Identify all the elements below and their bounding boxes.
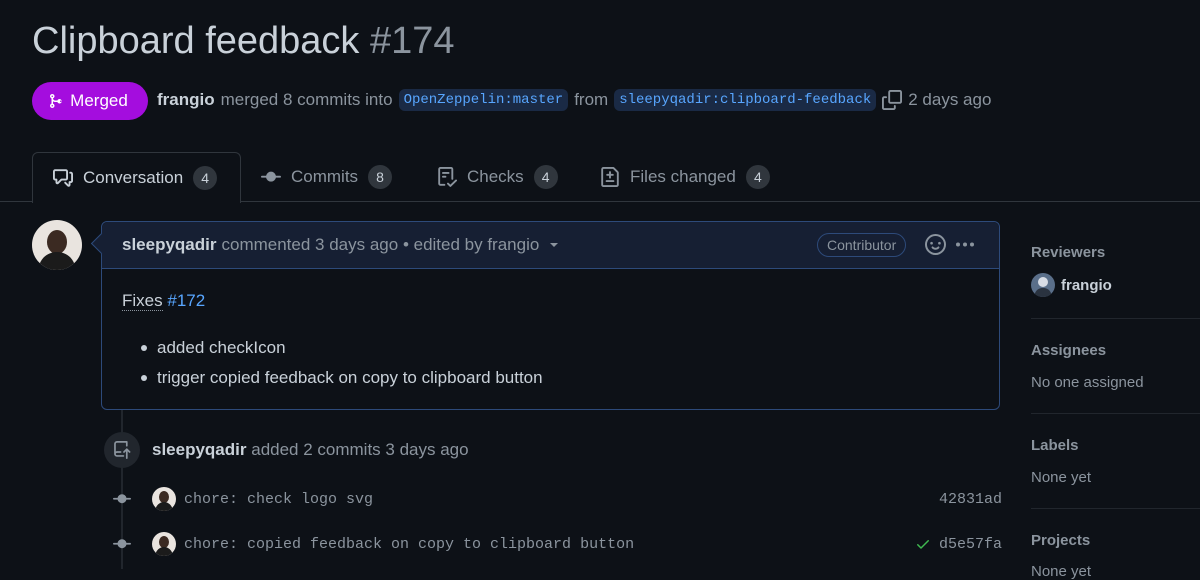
issue-link[interactable]: #172 — [167, 291, 205, 310]
fixes-label: Fixes — [122, 291, 163, 311]
commit-row: chore: check logo svg 42831ad — [112, 487, 1002, 511]
commit-message-link[interactable]: chore: copied feedback on copy to clipbo… — [184, 536, 634, 553]
bullet-item: added checkIcon — [157, 338, 286, 357]
projects-heading[interactable]: Projects — [1031, 532, 1090, 549]
commit-sha[interactable]: d5e57fa — [915, 536, 1002, 553]
commit-row: chore: copied feedback on copy to clipbo… — [112, 532, 1002, 556]
bullet-dot — [141, 345, 147, 351]
checklist-icon — [437, 167, 457, 187]
bullet-dot — [141, 375, 147, 381]
git-commit-icon — [112, 489, 132, 509]
tab-counter: 4 — [745, 165, 770, 189]
sidebar-divider — [1031, 508, 1200, 509]
from-text: from — [574, 90, 609, 109]
page-title: Clipboard feedback #174 — [32, 20, 455, 63]
merge-text: merged 8 commits into — [220, 90, 393, 109]
file-diff-icon — [600, 167, 620, 187]
labels-heading[interactable]: Labels — [1031, 437, 1079, 454]
tab-label: Conversation — [83, 168, 184, 187]
pr-number: #174 — [370, 20, 455, 62]
commit-author-avatar[interactable] — [152, 532, 176, 556]
git-merge-icon — [48, 93, 64, 109]
git-commit-icon — [261, 167, 281, 187]
commit-message-link[interactable]: chore: check logo svg — [184, 491, 373, 508]
labels-value: None yet — [1031, 469, 1092, 486]
tab-commits[interactable]: Commits 8 — [261, 152, 393, 202]
caret-down-icon[interactable] — [548, 239, 560, 251]
bullet-item: trigger copied feedback on copy to clipb… — [157, 368, 543, 387]
sidebar-divider — [1031, 318, 1200, 319]
pr-title: Clipboard feedback — [32, 20, 360, 62]
tab-checks[interactable]: Checks 4 — [437, 152, 558, 202]
author-avatar[interactable] — [32, 220, 82, 270]
reviewer-item[interactable]: frangio — [1031, 273, 1112, 297]
comment-meta-text[interactable]: commented 3 days ago • edited by frangio — [222, 235, 540, 255]
event-author[interactable]: sleepyqadir — [152, 440, 247, 459]
commit-sha-text[interactable]: d5e57fa — [939, 536, 1002, 553]
reviewers-heading[interactable]: Reviewers — [1031, 244, 1105, 261]
smiley-icon[interactable] — [925, 234, 946, 255]
kebab-horizontal-icon[interactable] — [954, 234, 976, 255]
reviewer-name[interactable]: frangio — [1061, 277, 1112, 294]
tab-files-changed[interactable]: Files changed 4 — [600, 152, 770, 202]
base-branch[interactable]: OpenZeppelin:master — [398, 89, 569, 111]
assignees-value: No one assigned — [1031, 374, 1144, 391]
copy-icon[interactable] — [882, 90, 903, 110]
comment-author[interactable]: sleepyqadir — [122, 235, 217, 255]
check-icon[interactable] — [915, 536, 931, 552]
timeline-event: sleepyqadir added 2 commits 3 days ago — [152, 440, 469, 460]
commit-author-avatar[interactable] — [152, 487, 176, 511]
contributor-badge: Contributor — [817, 233, 907, 257]
merger-link[interactable]: frangio — [157, 90, 215, 110]
merged-label: Merged — [70, 91, 128, 110]
commit-sha-text[interactable]: 42831ad — [939, 491, 1002, 508]
commit-sha[interactable]: 42831ad — [939, 491, 1002, 508]
assignees-heading[interactable]: Assignees — [1031, 342, 1106, 359]
tab-counter: 8 — [368, 165, 393, 189]
tab-label: Commits — [291, 167, 359, 186]
merge-summary: frangio merged 8 commits into OpenZeppel… — [157, 89, 991, 111]
projects-value: None yet — [1031, 563, 1092, 580]
comment-box: sleepyqadir commented 3 days ago • edite… — [90, 221, 1000, 410]
git-commit-icon — [112, 534, 132, 554]
tab-conversation[interactable]: Conversation 4 — [32, 152, 241, 203]
head-branch[interactable]: sleepyqadir:clipboard-feedback — [614, 89, 877, 111]
repo-push-icon — [113, 441, 131, 459]
comment-discussion-icon — [53, 168, 73, 188]
comment-meta: sleepyqadir commented 3 days ago • edite… — [122, 235, 560, 255]
sidebar-divider — [1031, 413, 1200, 414]
merge-time: 2 days ago — [908, 90, 992, 109]
timeline-badge — [104, 432, 140, 468]
tab-label: Checks — [467, 167, 524, 186]
comment-fixes-line: Fixes #172 — [122, 291, 205, 311]
merged-status-badge: Merged — [32, 82, 148, 120]
tab-counter: 4 — [533, 165, 558, 189]
reviewer-avatar — [1031, 273, 1055, 297]
event-text: added 2 commits 3 days ago — [251, 440, 469, 459]
tab-label: Files changed — [630, 167, 736, 186]
tab-counter: 4 — [193, 166, 218, 190]
